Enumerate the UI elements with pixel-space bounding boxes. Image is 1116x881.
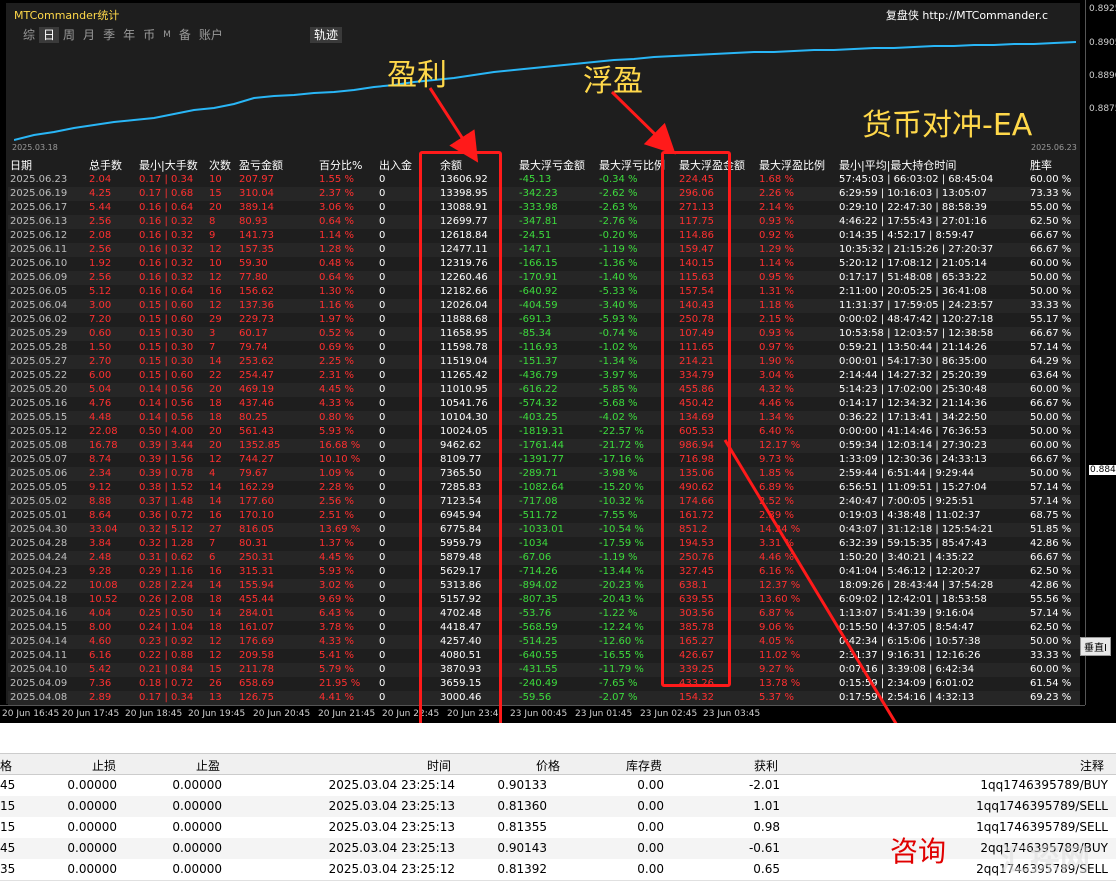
trade-price-partial: 35 bbox=[0, 862, 16, 876]
consult-annotation: 咨询 bbox=[890, 835, 947, 868]
trade-stop-loss: 0.00000 bbox=[67, 841, 117, 855]
th-price[interactable]: 价格 bbox=[536, 757, 560, 774]
th-swap[interactable]: 库存费 bbox=[626, 757, 662, 774]
trade-row[interactable]: 15 0.00000 0.00000 2025.03.04 23:25:13 0.813… bbox=[0, 796, 1116, 818]
trade-take-profit: 0.00000 bbox=[172, 862, 222, 876]
watermark: 汇探网 bbox=[1000, 843, 1090, 878]
trade-take-profit: 0.00000 bbox=[172, 820, 222, 834]
trade-profit: 0.65 bbox=[753, 862, 780, 876]
trade-profit: 0.98 bbox=[753, 820, 780, 834]
th-price-partial[interactable]: 格 bbox=[0, 757, 12, 774]
th-comment[interactable]: 注释 bbox=[1080, 757, 1104, 774]
trade-time: 2025.03.04 23:25:13 bbox=[328, 799, 455, 813]
trade-time: 2025.03.04 23:25:13 bbox=[328, 820, 455, 834]
trade-history-panel: 格 止损 止盈 时间 价格 库存费 获利 注释 45 0.00000 0.00000… bbox=[0, 723, 1116, 881]
trade-header: 格 止损 止盈 时间 价格 库存费 获利 注释 bbox=[0, 753, 1116, 775]
trade-stop-loss: 0.00000 bbox=[67, 778, 117, 792]
trade-price: 0.81355 bbox=[497, 820, 547, 834]
th-take-profit[interactable]: 止盈 bbox=[196, 757, 220, 774]
trade-time: 2025.03.04 23:25:12 bbox=[328, 862, 455, 876]
trade-swap: 0.00 bbox=[637, 799, 664, 813]
trade-take-profit: 0.00000 bbox=[172, 841, 222, 855]
trade-swap: 0.00 bbox=[637, 778, 664, 792]
trade-row[interactable]: 35 0.00000 0.00000 2025.03.04 23:25:12 0.813… bbox=[0, 859, 1116, 881]
trade-row[interactable]: 15 0.00000 0.00000 2025.03.04 23:25:13 0.813… bbox=[0, 817, 1116, 839]
trade-price-partial: 15 bbox=[0, 820, 16, 834]
th-profit[interactable]: 获利 bbox=[754, 757, 778, 774]
trade-swap: 0.00 bbox=[637, 820, 664, 834]
trade-price-partial: 45 bbox=[0, 841, 16, 855]
trade-stop-loss: 0.00000 bbox=[67, 862, 117, 876]
trade-price: 0.81360 bbox=[497, 799, 547, 813]
trade-profit: 1.01 bbox=[753, 799, 780, 813]
trade-swap: 0.00 bbox=[637, 841, 664, 855]
trade-time: 2025.03.04 23:25:14 bbox=[328, 778, 455, 792]
trade-take-profit: 0.00000 bbox=[172, 778, 222, 792]
th-stop-loss[interactable]: 止损 bbox=[92, 757, 116, 774]
trade-take-profit: 0.00000 bbox=[172, 799, 222, 813]
trade-swap: 0.00 bbox=[637, 862, 664, 876]
trade-comment: 1qq1746395789/BUY bbox=[980, 778, 1108, 792]
trade-comment: 1qq1746395789/SELL bbox=[976, 799, 1108, 813]
trade-price: 0.81392 bbox=[497, 862, 547, 876]
trade-profit: -2.01 bbox=[748, 778, 780, 792]
trade-time: 2025.03.04 23:25:13 bbox=[328, 841, 455, 855]
trade-row[interactable]: 45 0.00000 0.00000 2025.03.04 23:25:14 0.901… bbox=[0, 775, 1116, 797]
trade-price: 0.90133 bbox=[497, 778, 547, 792]
trade-stop-loss: 0.00000 bbox=[67, 820, 117, 834]
trade-price-partial: 15 bbox=[0, 799, 16, 813]
trade-row[interactable]: 45 0.00000 0.00000 2025.03.04 23:25:13 0.901… bbox=[0, 838, 1116, 860]
trade-profit: -0.61 bbox=[748, 841, 780, 855]
trade-price-partial: 45 bbox=[0, 778, 16, 792]
th-time[interactable]: 时间 bbox=[427, 757, 451, 774]
trade-stop-loss: 0.00000 bbox=[67, 799, 117, 813]
trade-price: 0.90143 bbox=[497, 841, 547, 855]
